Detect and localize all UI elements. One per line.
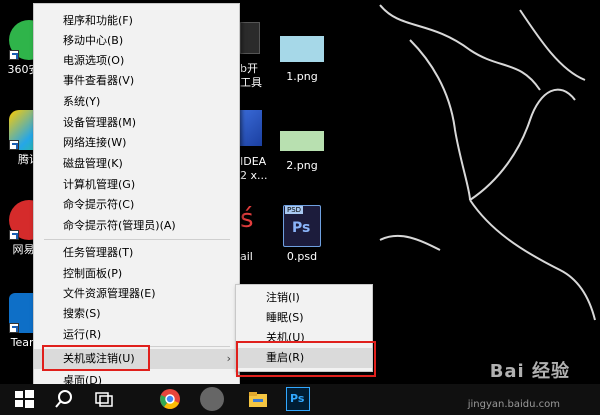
desktop-icon-partial-a[interactable]: [240, 22, 260, 54]
submenu-item-signout[interactable]: 注销(I): [236, 288, 372, 308]
menu-item-device-manager[interactable]: 设备管理器(M): [34, 113, 239, 133]
file-label: 2.png: [286, 159, 318, 172]
file-explorer-icon[interactable]: [246, 387, 270, 411]
menu-item-programs[interactable]: 程序和功能(F): [34, 11, 239, 31]
shortcut-arrow-icon: [9, 140, 19, 150]
desktop-file-0psd[interactable]: PSD Ps 0.psd: [273, 205, 331, 264]
menu-item-mobility-center[interactable]: 移动中心(B): [34, 31, 239, 51]
shortcut-arrow-icon: [9, 50, 19, 60]
shortcut-arrow-icon: [9, 230, 19, 240]
winx-context-menu: 程序和功能(F) 移动中心(B) 电源选项(O) 事件查看器(V) 系统(Y) …: [33, 3, 240, 393]
desktop-file-1png[interactable]: 1.png: [273, 30, 331, 84]
file-label: 0.psd: [286, 250, 318, 263]
png-thumbnail-icon: [280, 36, 324, 62]
menu-item-disk-management[interactable]: 磁盘管理(K): [34, 154, 239, 174]
windows-start-icon[interactable]: [12, 387, 36, 411]
photoshop-icon[interactable]: Ps: [286, 387, 310, 411]
menu-item-cmd-admin[interactable]: 命令提示符(管理员)(A): [34, 216, 239, 236]
file-label: 1.png: [286, 70, 318, 83]
watermark-url: jingyan.baidu.com: [467, 399, 560, 410]
desktop-icon-label-partial: ail: [240, 250, 253, 263]
mail-icon-partial[interactable]: ś: [240, 205, 254, 233]
menu-separator: [44, 239, 230, 240]
png-thumbnail-icon: [280, 131, 324, 151]
search-icon[interactable]: [52, 387, 76, 411]
photoshop-file-icon: PSD Ps: [283, 205, 321, 247]
menu-item-control-panel[interactable]: 控制面板(P): [34, 264, 239, 284]
highlight-box-shutdown: [42, 345, 150, 371]
psd-badge: PSD: [285, 206, 304, 214]
menu-item-task-manager[interactable]: 任务管理器(T): [34, 243, 239, 263]
menu-item-power-options[interactable]: 电源选项(O): [34, 51, 239, 71]
menu-item-computer-management[interactable]: 计算机管理(G): [34, 175, 239, 195]
photoshop-icon-label: Ps: [290, 392, 305, 405]
idea-icon-partial[interactable]: [240, 110, 262, 146]
menu-item-system[interactable]: 系统(Y): [34, 92, 239, 112]
menu-item-file-explorer[interactable]: 文件资源管理器(E): [34, 284, 239, 304]
shortcut-arrow-icon: [9, 323, 19, 333]
avatar-app-icon[interactable]: [200, 387, 224, 411]
baidu-jingyan-watermark: Bai 经验: [489, 361, 570, 382]
chrome-icon[interactable]: [158, 387, 182, 411]
ps-letters: Ps: [292, 220, 311, 236]
menu-item-search[interactable]: 搜索(S): [34, 304, 239, 324]
desktop-file-2png[interactable]: 2.png: [273, 125, 331, 173]
desktop-icon-label-partial: 2 x...: [240, 169, 268, 182]
desktop-icon-label-partial: 工具: [240, 76, 262, 89]
submenu-item-sleep[interactable]: 睡眠(S): [236, 308, 372, 328]
task-view-icon[interactable]: [92, 387, 116, 411]
chevron-right-icon: ›: [226, 352, 231, 365]
desktop-icon-label-partial: IDEA: [240, 155, 267, 168]
menu-item-run[interactable]: 运行(R): [34, 325, 239, 345]
menu-item-event-viewer[interactable]: 事件查看器(V): [34, 71, 239, 91]
highlight-box-restart: [236, 341, 376, 377]
menu-item-cmd[interactable]: 命令提示符(C): [34, 195, 239, 215]
menu-item-network[interactable]: 网络连接(W): [34, 133, 239, 153]
